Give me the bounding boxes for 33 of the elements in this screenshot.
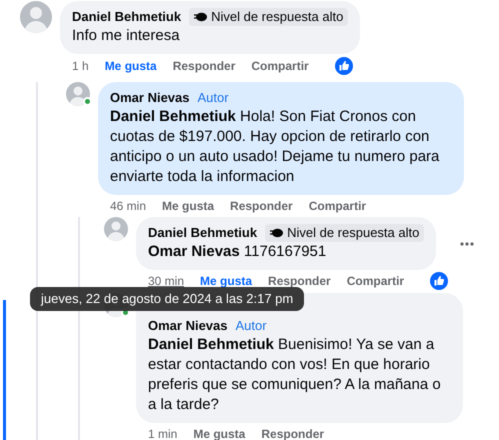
reply-button[interactable]: Responder [268,272,331,290]
author-name[interactable]: Daniel Behmetiuk [72,8,182,26]
author-name[interactable]: Omar Nievas [148,317,228,335]
like-button[interactable]: Me gusta [104,57,157,75]
like-button[interactable]: Me gusta [162,197,214,215]
comment-text: Daniel Behmetiuk Hola! Son Fiat Cronos con cuotas de $197.000. Hay opcion de retirarlo con anticipo o un auto usado! Dejame tu numero para enviarte toda la informacion [110,107,440,187]
response-badge: Nivel de respuesta alto [265,224,424,242]
like-button[interactable]: Me gusta [200,272,252,290]
mention-link[interactable]: Daniel Behmetiuk [110,108,236,125]
comment-text: Daniel Behmetiuk Buenisimo! Ya se van a estar contactando con vos! En que horario preferis que se comuniquen? A la mañana o a la tarde? [148,335,442,415]
author-name[interactable]: Daniel Behmetiuk [148,224,258,242]
date-tooltip: jueves, 22 de agosto de 2024 a las 2:17 pm [30,287,304,311]
share-button[interactable]: Compartir [251,57,309,75]
author-tag: Autor [236,317,267,335]
reply-button[interactable]: Responder [172,57,236,75]
timestamp-link[interactable]: 1 min [148,425,178,440]
mention-link[interactable]: Daniel Behmetiuk [148,336,274,353]
share-button[interactable]: Compartir [308,197,366,215]
timestamp-link[interactable]: 1 h [72,57,89,75]
reply-button[interactable]: Responder [230,197,293,215]
avatar-icon[interactable] [66,82,90,106]
timestamp-link[interactable]: 46 min [110,197,146,215]
comment-text: Info me interesa [72,26,181,46]
author-name[interactable]: Omar Nievas [110,89,190,107]
mention-link[interactable]: Omar Nievas [148,243,240,260]
comment-text: Omar Nievas 1176167951 [148,242,328,262]
more-icon[interactable] [460,242,474,246]
share-button[interactable]: Compartir [346,272,404,290]
timestamp-link[interactable]: 30 min [148,272,184,290]
response-badge: Nivel de respuesta alto [189,8,348,26]
like-reaction-icon[interactable] [334,57,353,75]
author-tag: Autor [198,89,229,107]
like-reaction-icon[interactable] [430,272,448,290]
